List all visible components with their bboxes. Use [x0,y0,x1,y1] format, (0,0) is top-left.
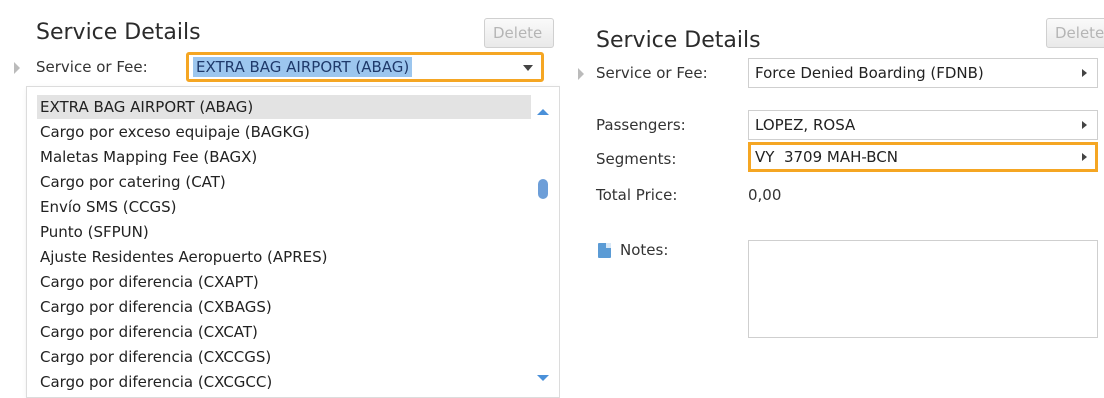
list-item[interactable]: Cargo por diferencia (CXCAT) [37,320,531,344]
row-pointer-icon [578,68,584,80]
list-item[interactable]: Punto (SFPUN) [37,220,531,244]
scroll-up-icon[interactable] [537,109,549,115]
delete-button[interactable]: Delete [1046,18,1104,48]
notes-textarea[interactable] [748,240,1098,338]
left-service-details-panel: Service Details Delete Service or Fee: E… [14,0,560,398]
list-item[interactable]: Maletas Mapping Fee (BAGX) [37,145,531,169]
notes-label: Notes: [620,241,669,259]
chevron-right-icon[interactable] [1082,69,1087,77]
scroll-down-icon[interactable] [537,375,549,381]
service-fee-dropdown-list[interactable]: EXTRA BAG AIRPORT (ABAG) Cargo por exces… [26,86,560,398]
total-price-label: Total Price: [596,186,678,204]
list-item[interactable]: EXTRA BAG AIRPORT (ABAG) [37,95,531,119]
list-item[interactable]: Cargo por diferencia (CXCCGS) [37,345,531,369]
chevron-right-icon[interactable] [1082,153,1087,161]
segments-value: VY 3709 MAH-BCN [755,148,898,166]
scrollbar-thumb[interactable] [538,179,548,199]
passengers-field[interactable]: LOPEZ, ROSA [748,110,1098,140]
list-item[interactable]: Cargo por catering (CAT) [37,170,531,194]
passengers-label: Passengers: [596,116,686,134]
right-service-details-panel: Service Details Delete Service or Fee: F… [578,0,1104,398]
list-item[interactable]: Envío SMS (CCGS) [37,195,531,219]
service-fee-selected-value: EXTRA BAG AIRPORT (ABAG) [193,57,413,77]
service-fee-label: Service or Fee: [596,64,708,82]
chevron-right-icon[interactable] [1082,121,1087,129]
total-price-value: 0,00 [748,186,782,204]
segments-label: Segments: [596,150,677,168]
list-item[interactable]: Cargo por diferencia (CXCGCC) [37,370,531,394]
list-item[interactable]: Cargo por diferencia (CXBAGS) [37,295,531,319]
page-title: Service Details [596,28,761,53]
passengers-value: LOPEZ, ROSA [755,116,856,134]
service-fee-select[interactable]: EXTRA BAG AIRPORT (ABAG) [186,52,544,82]
list-item[interactable]: Cargo por exceso equipaje (BAGKG) [37,120,531,144]
row-pointer-icon [14,62,20,74]
chevron-down-icon[interactable] [523,65,533,71]
segments-field[interactable]: VY 3709 MAH-BCN [748,142,1098,172]
delete-button[interactable]: Delete [484,18,554,48]
page-title: Service Details [36,20,201,45]
list-item[interactable]: Cargo por diferencia (CXAPT) [37,270,531,294]
service-fee-value: Force Denied Boarding (FDNB) [755,64,984,82]
service-fee-label: Service or Fee: [36,58,148,76]
document-icon [598,243,611,258]
service-fee-field[interactable]: Force Denied Boarding (FDNB) [748,58,1098,88]
list-item[interactable]: Ajuste Residentes Aeropuerto (APRES) [37,245,531,269]
